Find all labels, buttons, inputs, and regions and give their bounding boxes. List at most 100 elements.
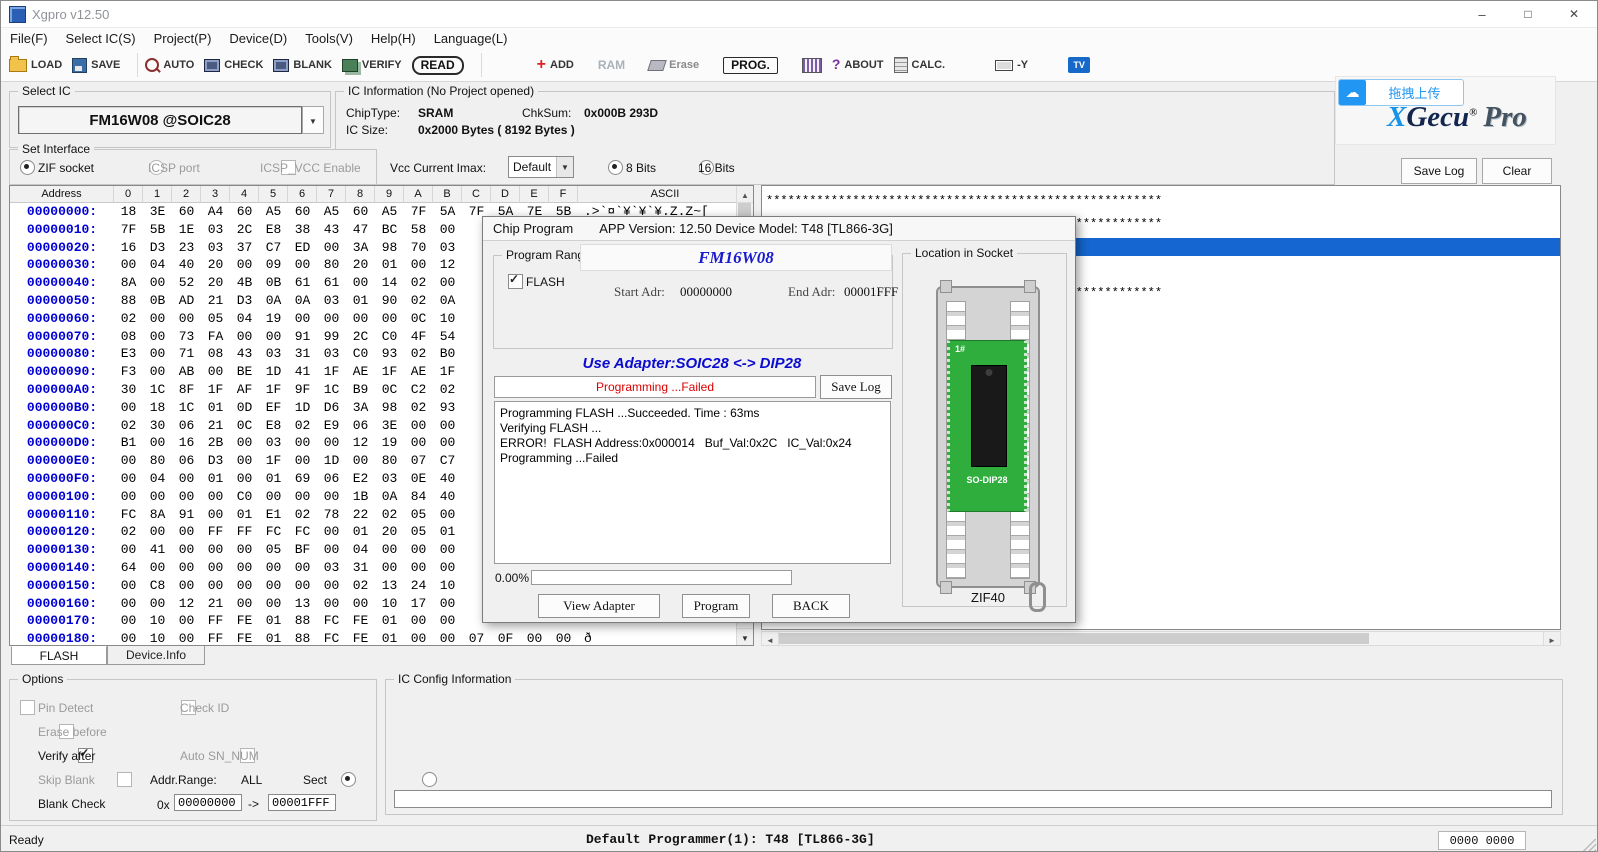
hex-cell[interactable]: 1C [172,399,201,417]
hex-cell[interactable]: 0A [433,292,462,310]
skip-blank-checkbox[interactable] [117,772,132,787]
hex-cell[interactable]: FA [201,328,230,346]
hex-cell[interactable]: 01 [375,630,404,645]
hex-cell[interactable]: 10 [433,577,462,595]
hex-cell[interactable]: FE [346,630,375,645]
dialog-title-bar[interactable]: Chip Program APP Version: 12.50 Device M… [483,217,1075,241]
hex-cell[interactable]: 00 [375,310,404,328]
hex-cell[interactable]: 06 [317,470,346,488]
hex-cell[interactable]: 00 [404,541,433,559]
hex-cell[interactable]: 00 [375,559,404,577]
clear-button[interactable]: Clear [1482,158,1552,184]
hex-cell[interactable]: E8 [259,221,288,239]
hex-cell[interactable]: 00 [259,488,288,506]
hex-cell[interactable]: 00 [433,612,462,630]
hex-cell[interactable]: 19 [375,434,404,452]
menu-item[interactable]: Select IC(S) [57,28,145,49]
save-button[interactable]: SAVE [72,58,120,73]
hex-cell[interactable]: 1B [346,488,375,506]
hex-cell[interactable]: 60 [230,203,259,221]
hex-cell[interactable]: 00 [433,506,462,524]
hex-cell[interactable]: 00 [288,310,317,328]
hex-cell[interactable]: 10 [143,630,172,645]
hex-cell[interactable]: BE [230,363,259,381]
hex-cell[interactable]: 54 [433,328,462,346]
hex-cell[interactable]: 06 [346,417,375,435]
check-button[interactable]: CHECK [204,59,263,72]
hex-cell[interactable]: 03 [259,345,288,363]
about-button[interactable]: ABOUT [832,56,884,74]
hex-cell[interactable]: 00 [317,434,346,452]
hex-cell[interactable]: 58 [404,221,433,239]
hex-cell[interactable]: 78 [317,506,346,524]
hex-cell[interactable]: 1F [259,452,288,470]
scroll-right-button[interactable] [1543,632,1560,645]
hex-cell[interactable]: FC [317,612,346,630]
hex-cell[interactable]: 00 [317,523,346,541]
hex-cell[interactable]: FE [230,612,259,630]
hex-cell[interactable]: 00 [288,256,317,274]
hex-cell[interactable]: 03 [201,239,230,257]
hex-cell[interactable]: 00 [201,363,230,381]
hex-cell[interactable]: 06 [172,452,201,470]
hex-cell[interactable]: 01 [259,630,288,645]
hex-cell[interactable]: 00 [143,363,172,381]
hex-cell[interactable]: 61 [317,274,346,292]
blank-button[interactable]: BLANK [273,59,332,72]
scrollbar-thumb[interactable] [779,633,1369,644]
hex-cell[interactable]: 00 [172,559,201,577]
hex-cell[interactable]: 00 [288,559,317,577]
scroll-down-button[interactable] [737,628,753,645]
hex-cell[interactable]: 00 [433,221,462,239]
selected-ic-field[interactable]: FM16W08 @SOIC28 [18,106,302,134]
hex-cell[interactable]: 00 [143,523,172,541]
hex-cell[interactable]: 00 [230,452,259,470]
hex-cell[interactable]: 1D [259,363,288,381]
hex-cell[interactable]: C0 [375,328,404,346]
hex-cell[interactable]: 0A [259,292,288,310]
hex-cell[interactable]: 90 [375,292,404,310]
read-button[interactable]: READ [412,56,464,75]
hex-cell[interactable]: 03 [317,292,346,310]
hex-cell[interactable]: 3A [346,399,375,417]
hex-cell[interactable]: 02 [114,417,143,435]
hex-cell[interactable]: 03 [375,470,404,488]
hex-cell[interactable]: 31 [288,345,317,363]
hex-cell[interactable]: 22 [346,506,375,524]
save-log-button[interactable]: Save Log [1401,158,1477,184]
hex-cell[interactable]: 02 [114,310,143,328]
hex-cell[interactable]: 17 [404,595,433,613]
hex-cell[interactable]: FF [230,523,259,541]
hex-cell[interactable]: 00 [201,541,230,559]
hex-cell[interactable]: 01 [346,523,375,541]
hex-cell[interactable]: 00 [230,595,259,613]
hex-cell[interactable]: 04 [143,470,172,488]
hex-cell[interactable]: 31 [346,559,375,577]
hex-cell[interactable]: 00 [114,256,143,274]
hex-cell[interactable]: 20 [375,523,404,541]
hex-cell[interactable]: 07 [462,630,491,645]
hex-cell[interactable]: 00 [404,612,433,630]
flash-checkbox[interactable] [508,274,523,289]
hex-cell[interactable]: 0B [143,292,172,310]
hex-cell[interactable]: 00 [114,630,143,645]
menu-item[interactable]: Project(P) [145,28,221,49]
dialog-save-log-button[interactable]: Save Log [820,375,892,399]
hex-cell[interactable]: B0 [433,345,462,363]
bits8-radio[interactable] [608,160,623,175]
minimize-button[interactable] [1459,1,1505,27]
addr-from-input[interactable] [174,794,242,811]
hex-cell[interactable]: C0 [230,488,259,506]
hex-cell[interactable]: 00 [433,434,462,452]
hex-cell[interactable]: 1F [433,363,462,381]
tab-flash[interactable]: FLASH [11,646,107,665]
hex-cell[interactable]: 60 [288,203,317,221]
hex-cell[interactable]: 18 [114,203,143,221]
hex-cell[interactable]: 10 [433,310,462,328]
hex-cell[interactable]: 19 [259,310,288,328]
hex-cell[interactable]: 60 [172,203,201,221]
hex-cell[interactable]: C0 [346,345,375,363]
hex-cell[interactable]: 00 [346,274,375,292]
hex-cell[interactable]: 02 [404,345,433,363]
hex-cell[interactable]: 00 [317,310,346,328]
